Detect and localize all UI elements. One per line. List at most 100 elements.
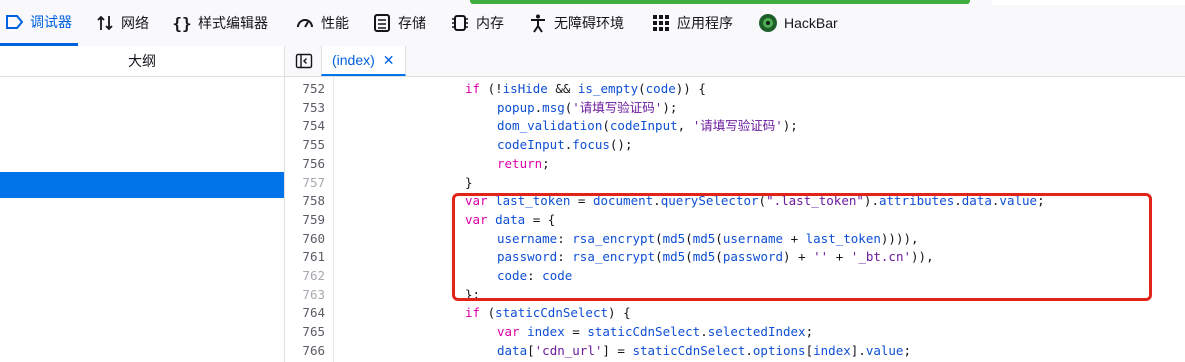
- line-number[interactable]: 752: [285, 79, 325, 98]
- code-line: 752 if (!isHide && is_empty(code)) {: [285, 79, 1185, 98]
- code-text: codeInput.focus();: [497, 135, 632, 154]
- code-token: var: [497, 324, 520, 340]
- outline-pane: 大纲: [0, 46, 285, 362]
- line-number[interactable]: 755: [285, 135, 325, 154]
- code-token: index: [813, 342, 851, 358]
- tab-label: 网络: [121, 15, 149, 31]
- tab-memory[interactable]: 内存: [450, 0, 504, 46]
- line-number[interactable]: 763: [285, 285, 325, 304]
- accessibility-icon: [528, 13, 548, 33]
- code-token: ;: [903, 342, 911, 358]
- tab-hackbar[interactable]: HackBar: [758, 0, 838, 46]
- tab-label: HackBar: [784, 15, 838, 31]
- code-token: (!: [480, 81, 503, 96]
- code-token: msg: [542, 99, 565, 115]
- code-text: return;: [497, 154, 550, 173]
- tab-label: 存储: [398, 15, 426, 31]
- code-line: 754 dom_validation(codeInput, '请填写验证码');: [285, 116, 1185, 135]
- code-token: 'cdn_url': [534, 342, 603, 358]
- code-token: (: [602, 118, 610, 134]
- gauge-icon: [295, 13, 315, 33]
- code-line: 756 return;: [285, 154, 1185, 173]
- code-token: codeInput: [497, 137, 565, 153]
- code-text: if (!isHide && is_empty(code)) {: [465, 79, 706, 98]
- line-number[interactable]: 754: [285, 116, 325, 135]
- editor-tab-bar: (index) ✕: [285, 46, 1185, 77]
- code-line: 765 var index = staticCdnSelect.selectedI…: [285, 322, 1185, 341]
- code-token: dom_validation: [497, 118, 603, 134]
- code-token: [: [527, 342, 535, 358]
- code-token: );: [662, 99, 678, 115]
- tab-accessibility[interactable]: 无障碍环境: [528, 0, 624, 46]
- line-number[interactable]: 760: [285, 229, 325, 248]
- code-token: (: [480, 305, 496, 321]
- outline-selected-item[interactable]: [0, 172, 284, 198]
- line-number[interactable]: 757: [285, 173, 325, 192]
- code-line: 766 data['cdn_url'] = staticCdnSelect.opt…: [285, 341, 1185, 360]
- tab-performance[interactable]: 性能: [295, 0, 349, 46]
- devtools-toolbar: 调试器 网络 {} 样式编辑器 性能 存储 内存 无障碍环境 应用程序 Hack…: [0, 0, 1185, 47]
- code-token: value: [865, 342, 904, 358]
- code-token: ;: [542, 155, 550, 171]
- line-number[interactable]: 766: [285, 341, 325, 360]
- code-token: }: [465, 174, 473, 190]
- line-number[interactable]: 759: [285, 210, 325, 229]
- code-token: return: [497, 155, 543, 171]
- tab-label: 样式编辑器: [198, 15, 268, 31]
- source-tab-label: (index): [332, 52, 375, 68]
- line-number[interactable]: 762: [285, 266, 325, 285]
- tab-label: 无障碍环境: [554, 15, 624, 31]
- close-icon[interactable]: ✕: [383, 52, 395, 69]
- code-token: if: [465, 305, 481, 321]
- network-arrows-icon: [95, 13, 115, 33]
- code-text: popup.msg('请填写验证码');: [497, 98, 677, 117]
- code-token: code: [645, 81, 676, 96]
- memory-chip-icon: [450, 13, 470, 33]
- tab-storage[interactable]: 存储: [372, 0, 426, 46]
- code-token: &&: [547, 81, 578, 96]
- code-line: 753 popup.msg('请填写验证码');: [285, 98, 1185, 117]
- tab-label: 调试器: [30, 13, 72, 30]
- code-text: dom_validation(codeInput, '请填写验证码');: [497, 116, 798, 135]
- source-tab-index[interactable]: (index) ✕: [321, 46, 406, 76]
- line-number[interactable]: 753: [285, 98, 325, 117]
- code-token: .: [700, 324, 708, 340]
- code-text: data['cdn_url'] = staticCdnSelect.option…: [497, 341, 911, 360]
- code-token: options: [752, 342, 806, 358]
- code-token: [: [805, 342, 814, 358]
- code-token: popup: [497, 99, 535, 115]
- code-text: }: [465, 173, 473, 192]
- code-token: isHide: [502, 81, 548, 96]
- code-token: selectedIndex: [707, 324, 806, 340]
- tab-network[interactable]: 网络: [95, 0, 149, 46]
- toolbar-top-patch: [992, 0, 1185, 5]
- code-token: ].: [850, 342, 866, 358]
- code-token: '请填写验证码': [572, 99, 663, 115]
- tab-label: 应用程序: [677, 15, 733, 31]
- code-token: focus: [572, 137, 610, 153]
- code-token: '请填写验证码': [692, 118, 783, 134]
- toggle-sidebar-icon[interactable]: [295, 52, 313, 70]
- hackbar-logo-icon: [758, 13, 778, 33]
- tab-label: 内存: [476, 15, 504, 31]
- code-token: =: [564, 324, 588, 340]
- code-token: staticCdnSelect: [495, 305, 609, 321]
- line-number[interactable]: 765: [285, 322, 325, 341]
- grid-icon: [651, 13, 671, 33]
- code-token: is_empty: [577, 81, 639, 96]
- line-number[interactable]: 764: [285, 303, 325, 322]
- tab-application[interactable]: 应用程序: [651, 0, 733, 46]
- tab-style-editor[interactable]: {} 样式编辑器: [172, 0, 268, 46]
- line-number[interactable]: 758: [285, 191, 325, 210]
- code-token: );: [782, 118, 798, 134]
- code-token: ) {: [608, 305, 631, 321]
- code-token: index: [527, 324, 565, 340]
- line-number[interactable]: 761: [285, 247, 325, 266]
- tab-debugger[interactable]: 调试器: [0, 0, 78, 46]
- code-token: ] =: [602, 342, 633, 358]
- code-token: ,: [677, 118, 693, 134]
- code-text: var index = staticCdnSelect.selectedInde…: [497, 322, 813, 341]
- line-number[interactable]: 756: [285, 154, 325, 173]
- code-token: data: [497, 342, 528, 358]
